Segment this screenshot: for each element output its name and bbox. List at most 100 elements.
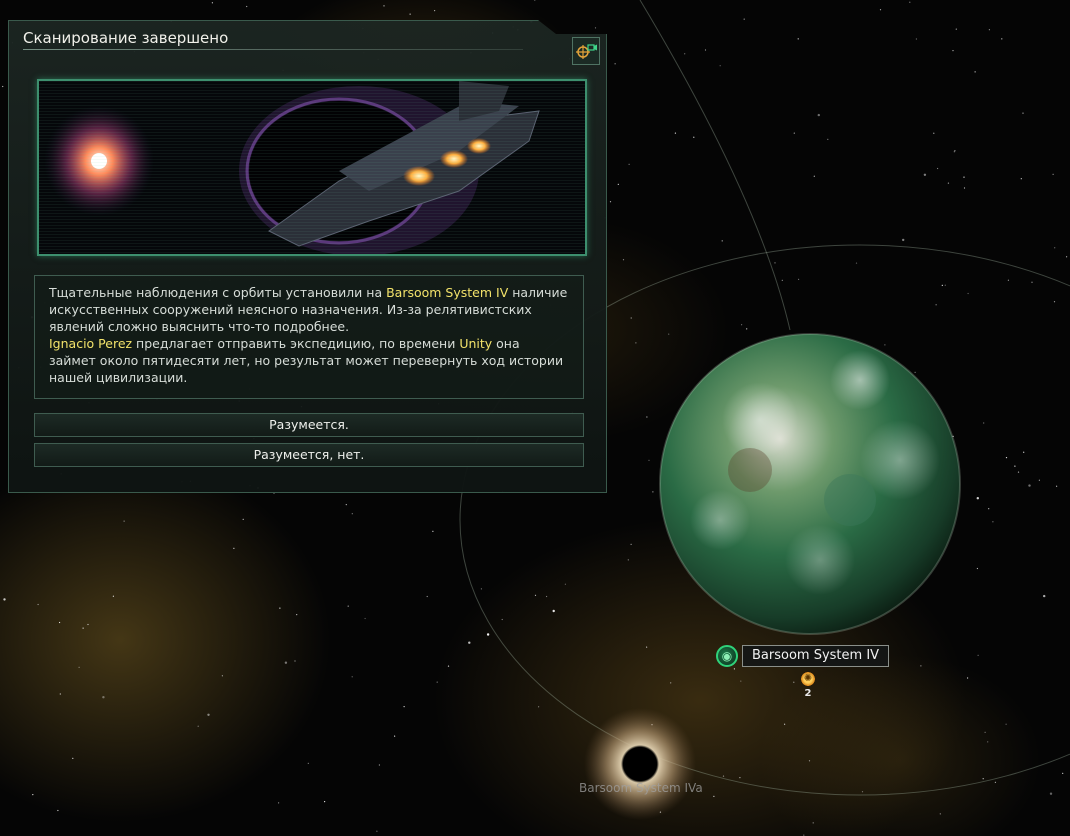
star xyxy=(774,262,776,264)
star xyxy=(594,27,597,29)
star xyxy=(409,13,411,15)
star xyxy=(432,530,434,532)
star xyxy=(914,371,916,373)
star xyxy=(797,38,799,40)
highlight-planet-name: Barsoom System IV xyxy=(386,285,509,300)
star xyxy=(988,29,991,31)
camera-target-icon xyxy=(576,44,597,59)
star xyxy=(630,543,632,546)
star xyxy=(941,284,943,286)
star xyxy=(668,333,670,335)
energy-resource-icon: ✺ xyxy=(800,671,816,687)
star xyxy=(1023,451,1025,453)
star xyxy=(347,605,349,607)
focus-camera-button[interactable] xyxy=(572,37,600,65)
star xyxy=(646,416,648,418)
star xyxy=(976,497,979,500)
star xyxy=(78,666,80,668)
star xyxy=(294,660,296,662)
event-text-p1-start: Тщательные наблюдения с орбиты установил… xyxy=(49,285,387,300)
star xyxy=(992,521,994,523)
star xyxy=(59,693,61,695)
star xyxy=(967,677,969,679)
star xyxy=(246,5,248,8)
star xyxy=(733,668,736,670)
star xyxy=(447,665,450,667)
star xyxy=(704,49,707,51)
spaceship-illustration xyxy=(39,81,585,254)
star xyxy=(812,822,814,824)
star xyxy=(486,633,490,636)
star xyxy=(538,706,540,708)
star xyxy=(279,607,281,609)
planet-resource[interactable]: ✺ 2 xyxy=(800,671,816,699)
star xyxy=(376,830,378,832)
star xyxy=(743,18,745,20)
star xyxy=(211,2,213,4)
star xyxy=(1022,112,1024,114)
star xyxy=(468,641,471,644)
star xyxy=(614,63,616,65)
star xyxy=(746,328,748,330)
star xyxy=(987,741,989,743)
star xyxy=(684,53,686,55)
star xyxy=(1066,256,1068,258)
star xyxy=(233,547,235,549)
star xyxy=(648,459,650,461)
star xyxy=(59,621,61,624)
resource-count: 2 xyxy=(804,688,812,699)
star xyxy=(628,163,630,165)
planet-body[interactable] xyxy=(659,333,961,635)
star xyxy=(1020,178,1022,180)
star xyxy=(793,681,795,683)
star xyxy=(952,50,954,52)
star xyxy=(394,735,396,737)
star xyxy=(939,813,941,815)
star xyxy=(1054,247,1056,249)
star xyxy=(798,278,800,280)
star xyxy=(855,262,858,264)
dialog-title: Сканирование завершено xyxy=(23,29,229,47)
star xyxy=(719,65,721,67)
star xyxy=(784,723,786,725)
star xyxy=(426,595,428,598)
star xyxy=(546,595,548,598)
star xyxy=(713,795,715,798)
star xyxy=(635,342,637,344)
star xyxy=(988,508,990,510)
star xyxy=(1017,471,1020,473)
star xyxy=(1049,792,1053,795)
moon-core xyxy=(624,748,656,780)
star xyxy=(434,10,436,12)
star xyxy=(221,675,223,677)
star xyxy=(278,802,280,804)
option-decline-button[interactable]: Разумеется, нет. xyxy=(34,443,584,467)
star xyxy=(197,725,199,727)
star xyxy=(1038,479,1040,481)
continental-planet-icon[interactable]: ◉ xyxy=(716,645,738,667)
star xyxy=(1028,484,1031,487)
star xyxy=(3,598,6,601)
moon-name[interactable]: Barsoom System IVa xyxy=(579,781,703,795)
star xyxy=(436,681,438,683)
star xyxy=(32,794,34,796)
star xyxy=(963,176,965,178)
event-illustration xyxy=(37,79,587,256)
galaxy-map-viewport[interactable]: ◉ Barsoom System IV ✺ 2 Barsoom System I… xyxy=(0,0,1070,836)
planet-name[interactable]: Barsoom System IV xyxy=(742,645,890,667)
star xyxy=(2,85,4,88)
star xyxy=(37,603,39,606)
event-dialog: Сканирование завершено Тщательные наблюд… xyxy=(8,20,607,493)
star xyxy=(982,778,984,780)
star xyxy=(627,559,629,561)
star xyxy=(817,113,820,117)
star xyxy=(296,614,298,616)
star xyxy=(740,680,742,682)
event-text-p2-start: предлагает отправить экспедицию, по врем… xyxy=(132,336,460,351)
option-accept-button[interactable]: Разумеется. xyxy=(34,413,584,437)
title-divider xyxy=(23,49,523,50)
star xyxy=(1053,301,1056,303)
star xyxy=(947,182,950,184)
event-description: Тщательные наблюдения с орбиты установил… xyxy=(34,275,584,399)
planet-label[interactable]: ◉ Barsoom System IV xyxy=(716,645,890,667)
